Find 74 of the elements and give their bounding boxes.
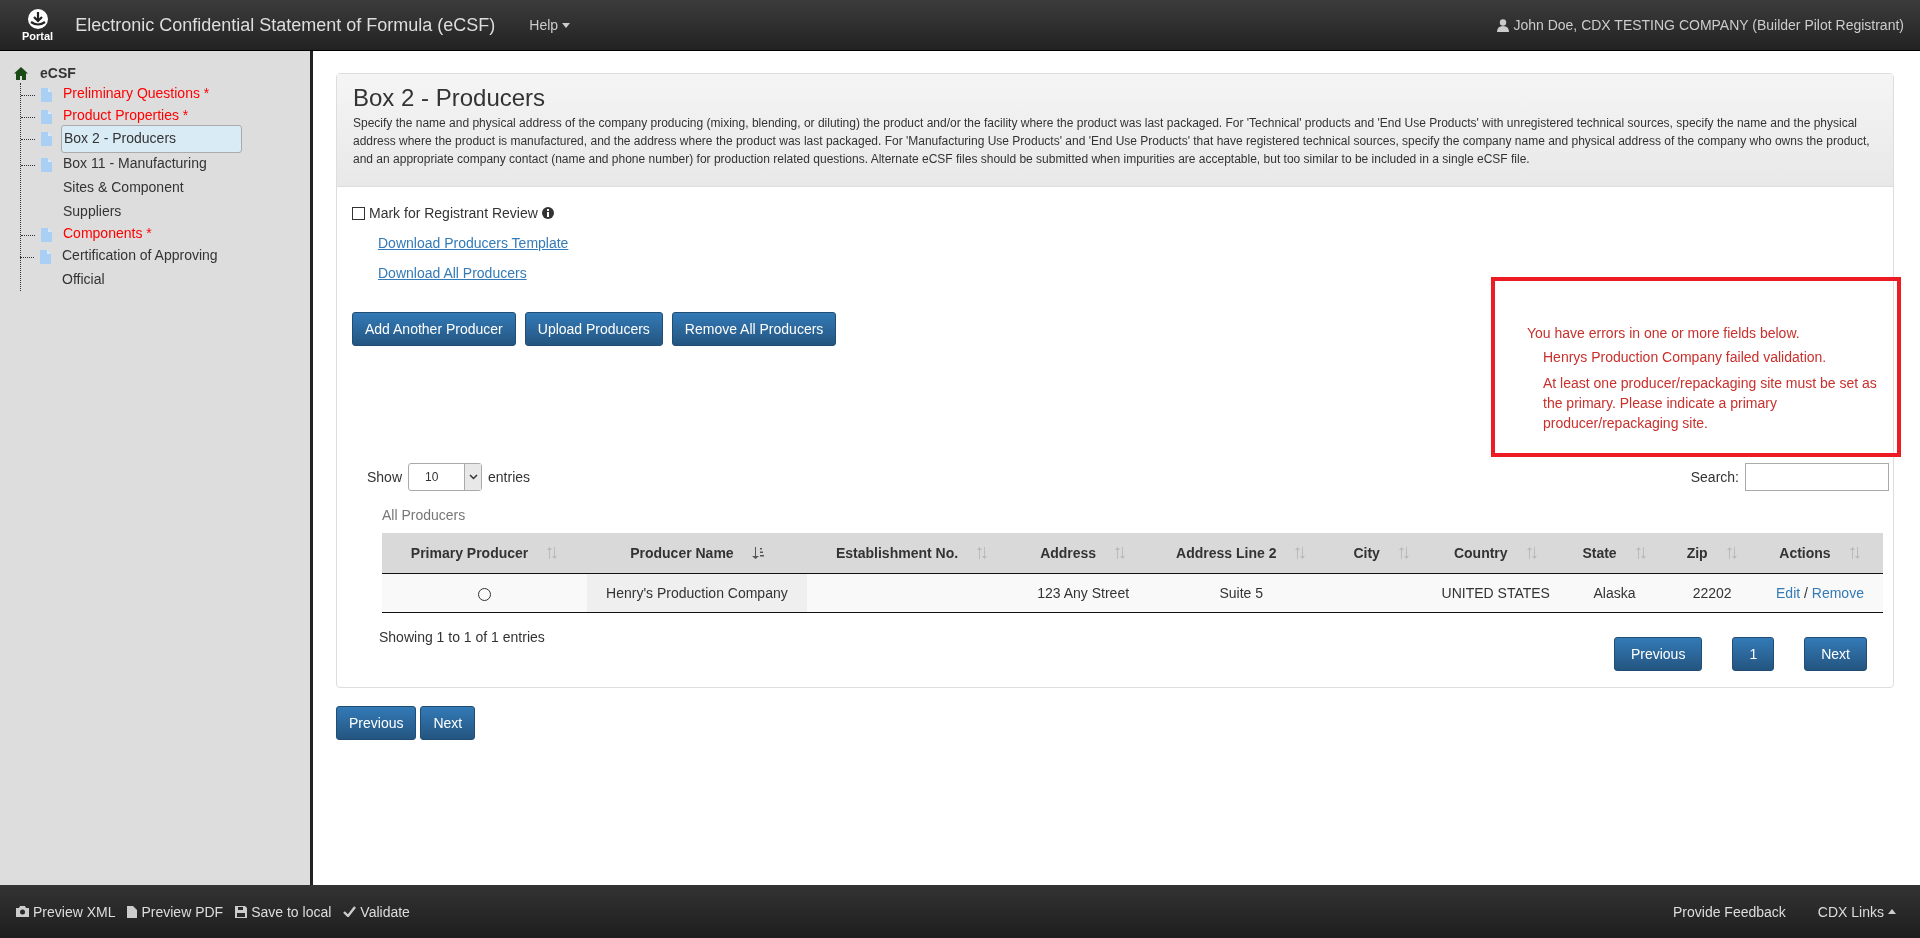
column-header[interactable]: State	[1561, 533, 1668, 574]
pagination-button[interactable]: Next	[1804, 637, 1867, 671]
column-header[interactable]: Zip	[1667, 533, 1757, 574]
file-icon	[41, 88, 52, 102]
file-icon	[41, 158, 52, 172]
remove-link[interactable]: Remove	[1811, 585, 1864, 601]
column-header[interactable]: City	[1333, 533, 1430, 574]
action-button[interactable]: Add Another Producer	[352, 312, 516, 346]
footer-button[interactable]: Save to local	[229, 903, 338, 920]
error-heading: You have errors in one or more fields below.	[1527, 325, 1801, 341]
table-cell: Henry's Production Company	[587, 573, 807, 613]
page-size-select[interactable]: 10	[408, 463, 483, 491]
tree-item[interactable]: Certification of Approving Official	[60, 243, 229, 291]
caret-icon	[562, 22, 571, 28]
table-cell: UNITED STATES	[1429, 573, 1562, 613]
column-header[interactable]: Establishment No.	[806, 533, 1018, 574]
footer-button[interactable]: Preview PDF	[121, 903, 230, 920]
checkbox-label: Mark for Registrant Review	[369, 205, 538, 221]
column-header[interactable]: Country	[1429, 533, 1562, 574]
pagination-button[interactable]: 1	[1732, 637, 1775, 671]
info-icon[interactable]	[541, 207, 554, 219]
footer-button[interactable]: Preview XML	[10, 903, 122, 920]
column-header[interactable]: Primary Producer	[382, 533, 588, 574]
file-icon	[41, 132, 52, 146]
file-icon	[127, 905, 138, 918]
home-icon	[14, 66, 28, 80]
separator: /	[1804, 585, 1808, 601]
table-info: Showing 1 to 1 of 1 entries	[379, 629, 545, 645]
feedback-link[interactable]: Provide Feedback	[1673, 903, 1786, 920]
tree-item[interactable]: Box 2 - Producers	[61, 125, 242, 153]
user-menu[interactable]: John Doe, CDX TESTING COMPANY (Builder Pilot Registrant)	[1497, 17, 1904, 33]
check-icon	[343, 906, 357, 917]
table-cell: 22202	[1667, 573, 1757, 613]
entries-label: entries	[488, 469, 531, 485]
footer-button[interactable]: Validate	[337, 903, 416, 920]
file-icon	[41, 110, 52, 124]
column-header[interactable]: Address	[1017, 533, 1149, 574]
download-link[interactable]: Download Producers Template	[378, 235, 569, 251]
tree-root[interactable]: eCSF	[40, 65, 76, 81]
app-title[interactable]: Electronic Confidential Statement of Formula (eCSF)	[75, 14, 496, 36]
error-message: Henrys Production Company failed validation.	[1543, 348, 1828, 367]
nav-button[interactable]: Next	[420, 706, 476, 740]
error-message: At least one producer/repackaging site must be set as the primary. Please indicate a primary producer/repackaging site.	[1543, 374, 1878, 433]
review-checkbox[interactable]	[352, 206, 365, 220]
column-header[interactable]: Actions	[1756, 533, 1883, 574]
caret-icon	[1888, 909, 1896, 914]
portal-logo[interactable]: Portal	[22, 8, 54, 42]
file-icon	[40, 250, 51, 264]
pagination-button[interactable]: Previous	[1613, 637, 1703, 671]
table-caption: All Producers	[382, 507, 467, 523]
table-cell: Suite 5	[1148, 573, 1334, 613]
nav-button[interactable]: Previous	[336, 706, 417, 740]
help-menu[interactable]: Help	[523, 16, 577, 34]
show-label: Show	[367, 469, 403, 485]
action-button[interactable]: Upload Producers	[524, 312, 663, 346]
download-link[interactable]: Download All Producers	[378, 265, 527, 281]
cdx-links-menu[interactable]: CDX Links	[1811, 903, 1902, 920]
table-cell: 123 Any Street	[1017, 573, 1149, 613]
edit-link[interactable]: Edit	[1776, 585, 1801, 601]
search-field[interactable]	[1745, 463, 1889, 491]
table-cell: Alaska	[1561, 573, 1668, 613]
user-icon	[1497, 18, 1510, 32]
panel-title: Box 2 - Producers	[353, 84, 547, 112]
search-label: Search:	[1690, 469, 1739, 485]
column-header[interactable]: Producer Name	[587, 533, 807, 574]
panel-description: Specify the name and physical address of the company producing (mixing, blending, or diluting) the product and/or the facility where the product was last packaged. For 'Technical' products and 'End Use Products' with unregistered technical sources, specify the name and the physical address where the product is manufactured, and the address where the product was last packaged. For 'Manufacturing Use Products' and 'End Use Products' that have registered technical sources, specify the company name and physical address of the company who owns the product, and an appropriate company contact (name and phone number) for production related questions. Alternate eCSF files should be submitted when impurities are acceptable, but too similar to be included in a single eCSF file.	[353, 115, 1871, 168]
file-icon	[41, 228, 52, 242]
camera-icon	[16, 906, 29, 917]
tree-item[interactable]: Box 11 - Manufacturing Sites & Component Suppliers	[61, 151, 230, 223]
logo-text: Portal	[22, 30, 54, 42]
action-button[interactable]: Remove All Producers	[671, 312, 837, 346]
chevron-icon	[468, 474, 478, 480]
save-icon	[235, 905, 248, 918]
column-header[interactable]: Address Line 2	[1148, 533, 1334, 574]
